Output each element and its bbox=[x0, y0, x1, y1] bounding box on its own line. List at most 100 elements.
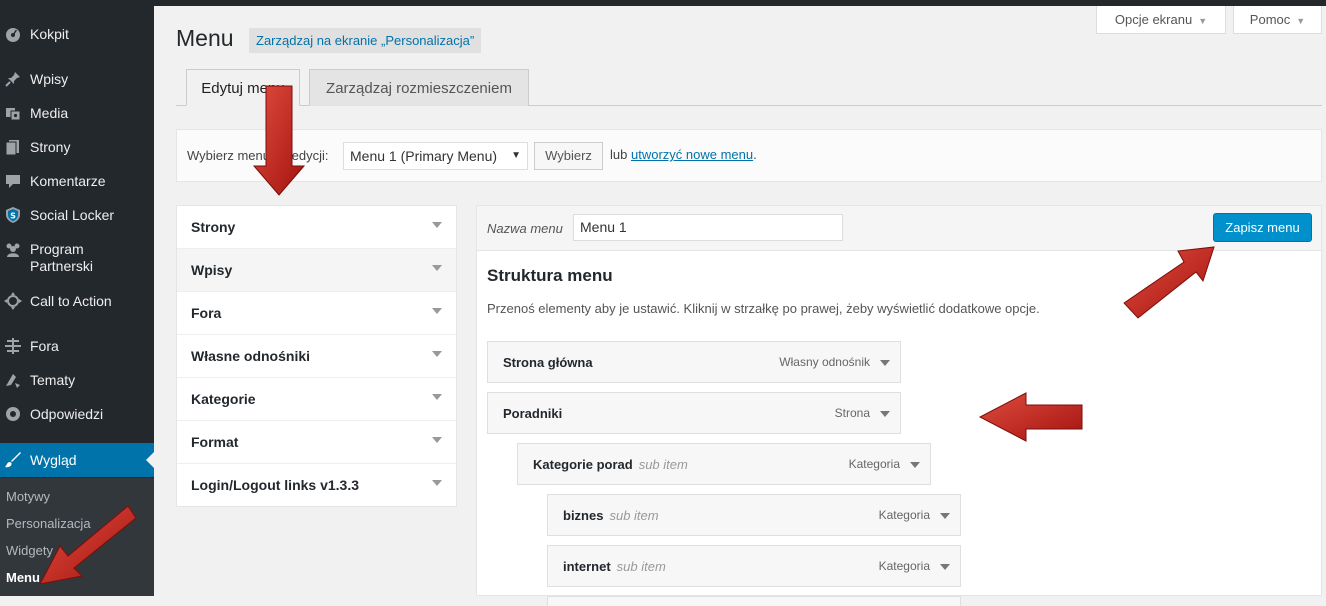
accordion-section-fora[interactable]: Fora bbox=[177, 292, 456, 335]
triangle-down-icon[interactable] bbox=[432, 480, 442, 486]
menu-item[interactable] bbox=[547, 596, 961, 606]
accordion-section-custom-links[interactable]: Własne odnośniki bbox=[177, 335, 456, 378]
sidebar-item-kokpit[interactable]: Kokpit bbox=[0, 17, 154, 51]
menu-select-value: Menu 1 (Primary Menu) bbox=[350, 148, 498, 164]
sidebar-item-program-partnerski[interactable]: Program Partnerski bbox=[0, 232, 154, 284]
sidebar-item-label: Social Locker bbox=[30, 206, 115, 223]
sidebar-item-tematy[interactable]: Tematy bbox=[0, 363, 154, 397]
menu-item[interactable]: biznes sub item Kategoria bbox=[547, 494, 961, 536]
triangle-down-icon[interactable] bbox=[432, 437, 442, 443]
triangle-down-icon[interactable] bbox=[880, 360, 890, 366]
accordion-section-wpisy[interactable]: Wpisy bbox=[177, 249, 456, 292]
save-menu-button[interactable]: Zapisz menu bbox=[1213, 213, 1312, 242]
period-text: . bbox=[753, 147, 757, 162]
submenu-item-personalizacja[interactable]: Personalizacja bbox=[6, 516, 91, 531]
topics-icon bbox=[6, 374, 20, 388]
sidebar-item-label: Wpisy bbox=[30, 70, 69, 87]
create-new-menu-link[interactable]: utworzyć nowe menu bbox=[631, 147, 753, 162]
menu-select-dropdown[interactable]: Menu 1 (Primary Menu) ▼ bbox=[343, 142, 528, 170]
menu-name-input[interactable]: Menu 1 bbox=[573, 214, 843, 241]
submenu-item-motywy[interactable]: Motywy bbox=[6, 489, 50, 504]
triangle-down-icon[interactable] bbox=[432, 308, 442, 314]
menu-structure-description: Przenoś elementy aby je ustawić. Kliknij… bbox=[487, 301, 1040, 316]
add-items-accordion: Strony Wpisy Fora Własne odnośniki Kateg… bbox=[176, 205, 457, 507]
menu-item-title-text: internet bbox=[563, 559, 611, 574]
sidebar-item-label: Komentarze bbox=[30, 172, 106, 189]
sidebar-item-social-locker[interactable]: S Social Locker bbox=[0, 198, 154, 232]
menu-item-sub-label: sub item bbox=[616, 559, 666, 574]
triangle-down-icon[interactable] bbox=[432, 222, 442, 228]
menu-item[interactable]: Kategorie porad sub item Kategoria bbox=[517, 443, 931, 485]
sidebar-item-label: Call to Action bbox=[30, 292, 112, 309]
select-menu-label: Wybierz menu do edycji: bbox=[187, 148, 329, 163]
customize-link[interactable]: Zarządzaj na ekranie „Personalizacja” bbox=[249, 28, 482, 53]
menu-structure-title: Struktura menu bbox=[487, 266, 613, 285]
svg-text:S: S bbox=[10, 212, 16, 221]
comment-icon bbox=[6, 175, 20, 188]
triangle-down-icon[interactable] bbox=[880, 411, 890, 417]
menu-item-title: internet sub item bbox=[563, 559, 666, 574]
sidebar-item-label: Media bbox=[30, 104, 69, 121]
accordion-section-label: Login/Logout links v1.3.3 bbox=[191, 477, 360, 493]
menu-item[interactable]: internet sub item Kategoria bbox=[547, 545, 961, 587]
menu-item-title: Poradniki bbox=[503, 406, 562, 421]
triangle-down-icon[interactable] bbox=[940, 513, 950, 519]
page-title: Menu bbox=[176, 25, 234, 51]
accordion-section-format[interactable]: Format bbox=[177, 421, 456, 464]
triangle-down-icon[interactable] bbox=[910, 462, 920, 468]
submenu-item-menu[interactable]: Menu bbox=[6, 570, 40, 585]
sidebar-item-media[interactable]: Media bbox=[0, 96, 154, 130]
sidebar-item-odpowiedzi[interactable]: Odpowiedzi bbox=[0, 397, 154, 431]
accordion-section-kategorie[interactable]: Kategorie bbox=[177, 378, 456, 421]
menu-item-title-text: Strona główna bbox=[503, 355, 593, 370]
accordion-section-label: Fora bbox=[191, 305, 222, 321]
tab-edit-menu[interactable]: Edytuj menu bbox=[186, 69, 300, 106]
forum-icon bbox=[5, 338, 21, 354]
create-menu-text: lub utworzyć nowe menu. bbox=[610, 147, 757, 162]
replies-icon bbox=[6, 407, 20, 421]
sidebar-item-strony[interactable]: Strony bbox=[0, 130, 154, 164]
menu-item-sub-label: sub item bbox=[638, 457, 688, 472]
sidebar-item-label: Wygląd bbox=[30, 451, 77, 468]
menu-item-type: Strona bbox=[834, 406, 870, 420]
help-button[interactable]: Pomoc ▼ bbox=[1233, 6, 1322, 34]
menu-item-type: Kategoria bbox=[848, 457, 900, 471]
select-button[interactable]: Wybierz bbox=[534, 142, 603, 170]
accordion-section-label: Strony bbox=[191, 219, 236, 235]
tab-manage-locations[interactable]: Zarządzaj rozmieszczeniem bbox=[309, 69, 529, 106]
triangle-down-icon[interactable] bbox=[432, 351, 442, 357]
screen-options-button[interactable]: Opcje ekranu ▼ bbox=[1096, 6, 1226, 34]
group-icon bbox=[6, 243, 20, 257]
caret-down-icon: ▼ bbox=[1296, 16, 1306, 26]
accordion-section-label: Wpisy bbox=[191, 262, 233, 278]
sidebar-item-wpisy[interactable]: Wpisy bbox=[0, 62, 154, 96]
accordion-section-label: Własne odnośniki bbox=[191, 348, 311, 364]
sidebar-item-komentarze[interactable]: Komentarze bbox=[0, 164, 154, 198]
menu-item[interactable]: Poradniki Strona bbox=[487, 392, 901, 434]
accordion-section-strony[interactable]: Strony bbox=[177, 206, 456, 249]
sidebar-item-fora[interactable]: Fora bbox=[0, 329, 154, 363]
caret-down-icon: ▼ bbox=[511, 150, 521, 161]
admin-sidebar: Kokpit Wpisy Media Strony Komentarze S S… bbox=[0, 6, 154, 596]
menu-item[interactable]: Strona główna Własny odnośnik bbox=[487, 341, 901, 383]
triangle-down-icon[interactable] bbox=[432, 265, 442, 271]
sidebar-item-label: Fora bbox=[30, 337, 59, 354]
menu-editor-header: Nazwa menu Menu 1 Zapisz menu bbox=[477, 206, 1321, 251]
accordion-section-label: Format bbox=[191, 434, 239, 450]
brush-icon bbox=[5, 452, 21, 468]
sidebar-item-wyglad[interactable]: Wygląd bbox=[0, 443, 154, 477]
menu-item-type: Własny odnośnik bbox=[779, 355, 870, 369]
accordion-section-login-logout[interactable]: Login/Logout links v1.3.3 bbox=[177, 464, 456, 507]
menu-item-title-text: Kategorie porad bbox=[533, 457, 633, 472]
menu-name-label: Nazwa menu bbox=[487, 221, 563, 236]
dashboard-icon bbox=[6, 28, 20, 42]
triangle-down-icon[interactable] bbox=[432, 394, 442, 400]
screen-options-label: Opcje ekranu bbox=[1114, 12, 1193, 27]
triangle-down-icon[interactable] bbox=[940, 564, 950, 570]
or-text: lub bbox=[610, 147, 628, 162]
sidebar-item-label: Program Partnerski bbox=[30, 241, 94, 274]
accordion-section-label: Kategorie bbox=[191, 391, 256, 407]
sidebar-item-call-to-action[interactable]: Call to Action bbox=[0, 284, 154, 318]
menu-item-title: biznes sub item bbox=[563, 508, 659, 523]
submenu-item-widgety[interactable]: Widgety bbox=[6, 543, 53, 558]
